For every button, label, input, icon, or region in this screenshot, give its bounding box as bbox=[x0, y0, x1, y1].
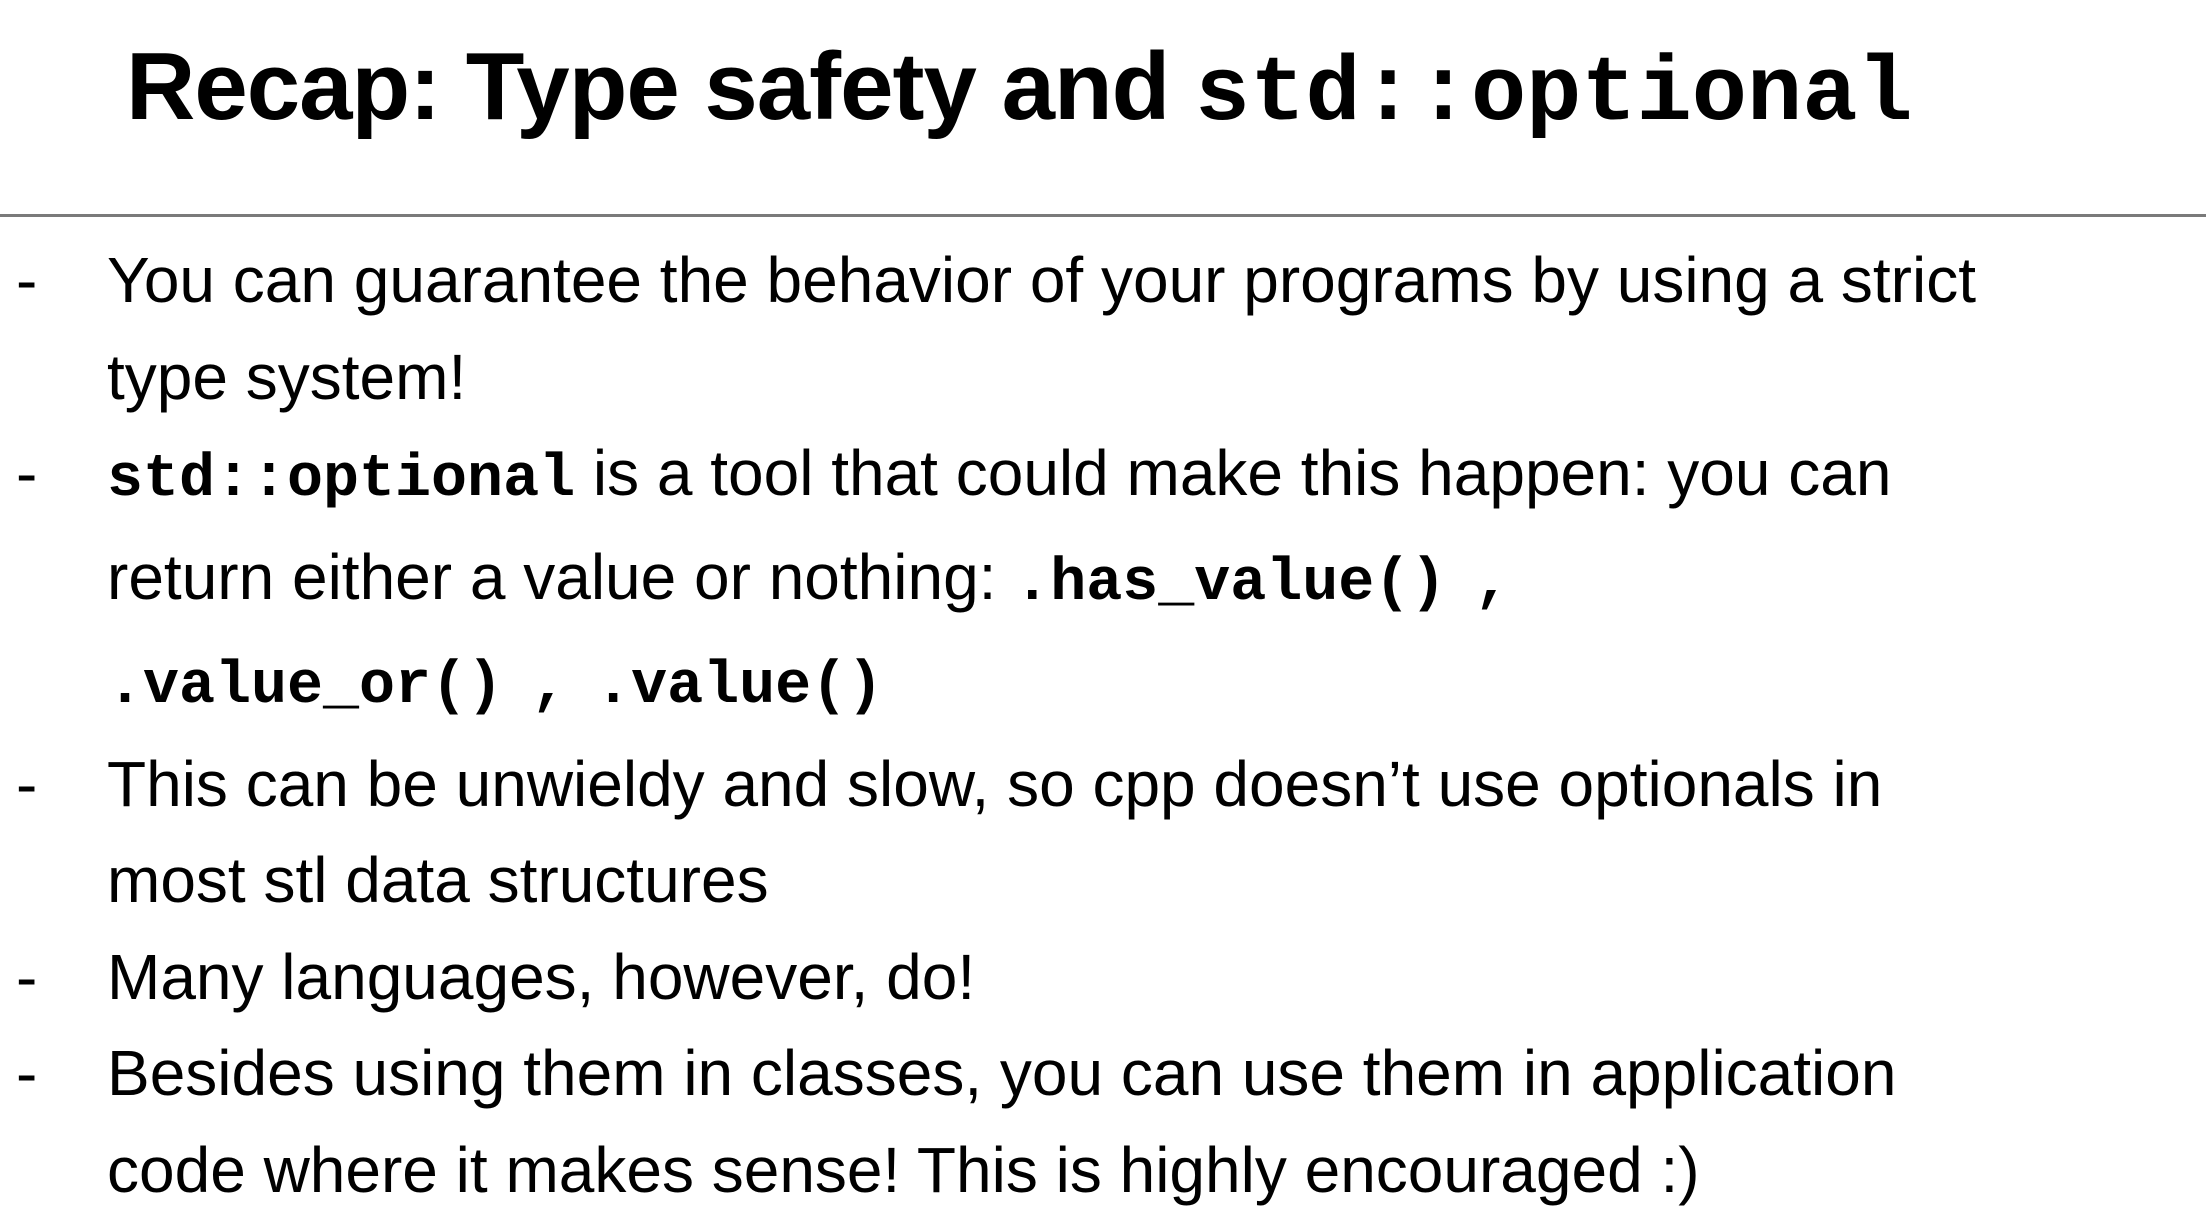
bullet-marker: - bbox=[16, 940, 38, 1013]
bullet-text-line: Besides using them in classes, you can u… bbox=[107, 1037, 1897, 1109]
bullet-marker: - bbox=[16, 747, 38, 820]
bullet-marker: - bbox=[16, 244, 38, 316]
code-value-or: .value_or() bbox=[107, 653, 504, 721]
code-separator: , bbox=[1474, 549, 1511, 618]
bullet-text-line: return either a value or nothing: .has_v… bbox=[107, 529, 2176, 633]
code-separator: , bbox=[531, 653, 568, 721]
bullet-list: - You can guarantee the behavior of your… bbox=[0, 232, 2206, 1218]
slide-title-code: std::optional bbox=[1194, 42, 1913, 147]
bullet-text-line: This can be unwieldy and slow, so cpp do… bbox=[107, 747, 1883, 820]
slide-title: Recap: Type safety and std::optional bbox=[126, 22, 2126, 152]
bullet-text-line: most stl data structures bbox=[107, 844, 769, 916]
bullet-text-line: std::optional is a tool that could make … bbox=[107, 425, 2176, 529]
bullet-item-languages: - Many languages, however, do! bbox=[0, 929, 2206, 1026]
slide-title-text: Recap: Type safety and bbox=[126, 33, 1195, 140]
code-has-value: .has_value() bbox=[1014, 549, 1447, 618]
code-std-optional: std::optional bbox=[107, 446, 576, 514]
bullet-text: is a tool that could make this happen: y… bbox=[575, 437, 1892, 509]
bullet-item-application-code: - Besides using them in classes, you can… bbox=[0, 1025, 2206, 1218]
bullet-item-optional: - std::optional is a tool that could mak… bbox=[0, 425, 2206, 736]
bullet-text-line: You can guarantee the behavior of your p… bbox=[107, 244, 1976, 316]
bullet-text: return either a value or nothing: bbox=[107, 540, 1015, 613]
code-value: .value() bbox=[595, 653, 884, 721]
bullet-text-line: Many languages, however, do! bbox=[107, 940, 976, 1013]
bullet-text-line: type system! bbox=[107, 340, 467, 413]
bullet-text-line: .value_or(), .value() bbox=[107, 632, 2176, 736]
bullet-marker: - bbox=[16, 1037, 38, 1109]
bullet-item-unwieldy: - This can be unwieldy and slow, so cpp … bbox=[0, 736, 2206, 929]
bullet-marker: - bbox=[16, 437, 38, 509]
bullet-item-type-system: - You can guarantee the behavior of your… bbox=[0, 232, 2206, 425]
bullet-text-line: code where it makes sense! This is highl… bbox=[107, 1133, 1700, 1206]
title-divider bbox=[0, 214, 2206, 217]
